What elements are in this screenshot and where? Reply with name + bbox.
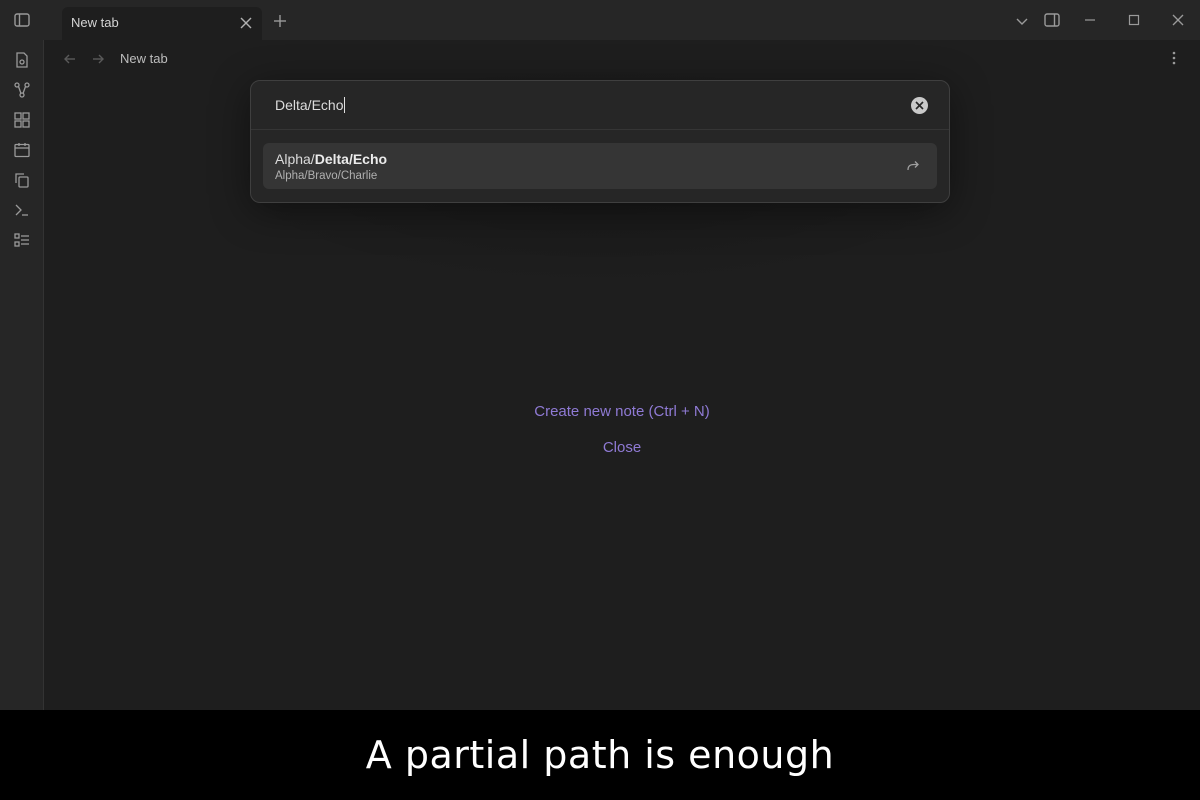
- terminal-icon[interactable]: [13, 201, 31, 219]
- sidebar-toggle-icon[interactable]: [13, 11, 31, 29]
- suggestion-title-prefix: Alpha/: [275, 151, 315, 167]
- checklist-icon[interactable]: [13, 231, 31, 249]
- tab-new-tab[interactable]: New tab: [62, 7, 262, 40]
- empty-state-create: Create new note (Ctrl + N): [44, 403, 1200, 421]
- back-arrow-icon[interactable]: [62, 51, 78, 67]
- text-caret: [344, 97, 346, 113]
- search-query-text: Delta/Echo: [275, 97, 344, 113]
- tab-title: New tab: [71, 15, 119, 30]
- caption-banner: A partial path is enough: [0, 710, 1200, 800]
- left-ribbon: [0, 40, 44, 710]
- suggestion-item[interactable]: Alpha/Delta/Echo Alpha/Bravo/Charlie: [263, 143, 937, 189]
- canvas-icon[interactable]: [13, 111, 31, 129]
- chevron-down-icon[interactable]: [1014, 13, 1030, 29]
- empty-state-close: Close: [44, 439, 1200, 457]
- forward-arrow-icon[interactable]: [90, 51, 106, 67]
- suggestion-title-match: Delta/Echo: [314, 151, 388, 167]
- clear-search-icon[interactable]: [911, 97, 928, 114]
- maximize-icon[interactable]: [1126, 12, 1142, 28]
- new-tab-icon[interactable]: [272, 13, 288, 29]
- close-icon[interactable]: [238, 15, 254, 31]
- graph-view-icon[interactable]: [13, 81, 31, 99]
- search-row: Delta/Echo: [251, 81, 949, 130]
- copy-icon[interactable]: [13, 171, 31, 189]
- calendar-icon[interactable]: [13, 141, 31, 159]
- quick-switcher-modal: Delta/Echo Alpha/Delta/Echo Alpha/Bravo/…: [250, 80, 950, 203]
- caption-text: A partial path is enough: [365, 733, 835, 777]
- window-close-icon[interactable]: [1170, 12, 1186, 28]
- suggestion-title: Alpha/Delta/Echo: [275, 151, 387, 167]
- file-icon[interactable]: [13, 51, 31, 69]
- more-options-icon[interactable]: [1166, 50, 1182, 66]
- right-sidebar-toggle-icon[interactable]: [1043, 11, 1061, 29]
- view-title: New tab: [120, 51, 168, 66]
- close-link[interactable]: Close: [603, 439, 641, 456]
- minimize-icon[interactable]: [1082, 12, 1098, 28]
- enter-arrow-icon: [905, 158, 921, 174]
- suggestion-path: Alpha/Bravo/Charlie: [275, 170, 378, 182]
- title-bar: New tab: [0, 0, 1200, 40]
- create-new-note-link[interactable]: Create new note (Ctrl + N): [534, 403, 709, 420]
- search-input[interactable]: Delta/Echo: [275, 97, 346, 113]
